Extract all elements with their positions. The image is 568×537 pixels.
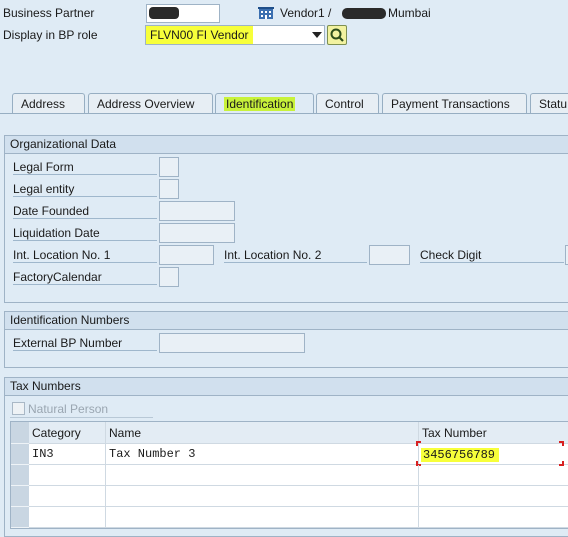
- external-bp-number-field[interactable]: [159, 333, 305, 353]
- redaction-scribble: [149, 7, 179, 19]
- row-selector[interactable]: [11, 465, 29, 486]
- date-founded-field[interactable]: [159, 201, 235, 221]
- chevron-down-icon[interactable]: [312, 32, 322, 38]
- business-partner-label: Business Partner: [3, 6, 95, 20]
- table-cell-tax-number[interactable]: [419, 486, 568, 507]
- row-selector[interactable]: [11, 444, 29, 465]
- redaction-scribble: [342, 8, 386, 19]
- liquidation-date-field[interactable]: [159, 223, 235, 243]
- group-title: Identification Numbers: [5, 312, 568, 330]
- group-title: Tax Numbers: [5, 378, 568, 396]
- check-digit-label: Check Digit: [420, 248, 564, 263]
- table-cell-category[interactable]: IN3: [29, 444, 106, 465]
- tab-status[interactable]: Statu: [530, 93, 568, 114]
- bp-role-dropdown[interactable]: FLVN00 FI Vendor: [145, 25, 325, 45]
- legal-entity-label: Legal entity: [13, 182, 157, 197]
- factory-calendar-field[interactable]: [159, 267, 179, 287]
- vendor-city: Mumbai: [388, 6, 431, 20]
- tax-numbers-table: Category Name Tax Number IN3 Tax Number …: [10, 421, 568, 529]
- tax-number-value: 3456756789: [421, 448, 500, 462]
- column-header-tax-number[interactable]: Tax Number: [419, 422, 568, 444]
- table-cell-tax-number[interactable]: 3456756789: [419, 444, 568, 465]
- column-header-category[interactable]: Category: [29, 422, 106, 444]
- natural-person-label: Natural Person: [28, 402, 109, 416]
- tab-address-overview[interactable]: Address Overview: [88, 93, 213, 114]
- table-cell-tax-number[interactable]: [419, 507, 568, 528]
- building-icon: [258, 6, 274, 20]
- vendor-name: Vendor1 /: [280, 6, 332, 20]
- tab-identification[interactable]: Identification: [215, 93, 314, 114]
- tab-control[interactable]: Control: [316, 93, 379, 114]
- magnifier-icon: [330, 28, 344, 42]
- group-title: Organizational Data: [5, 136, 568, 154]
- focus-corner: [416, 441, 421, 446]
- row-selector[interactable]: [11, 507, 29, 528]
- table-cell-name[interactable]: [106, 465, 419, 486]
- table-cell-tax-number[interactable]: [419, 465, 568, 486]
- table-cell-name[interactable]: Tax Number 3: [106, 444, 419, 465]
- int-location-2-field[interactable]: [369, 245, 410, 265]
- tab-address[interactable]: Address: [12, 93, 85, 114]
- natural-person-checkbox[interactable]: [12, 402, 25, 415]
- divider: [10, 417, 153, 418]
- bp-role-label: Display in BP role: [3, 28, 98, 42]
- legal-form-field[interactable]: [159, 157, 179, 177]
- column-header-name[interactable]: Name: [106, 422, 419, 444]
- table-cell-category[interactable]: [29, 486, 106, 507]
- table-cell-name[interactable]: [106, 507, 419, 528]
- tab-divider: [0, 113, 568, 114]
- int-location-2-label: Int. Location No. 2: [224, 248, 367, 263]
- search-button[interactable]: [327, 25, 347, 45]
- date-founded-label: Date Founded: [13, 204, 157, 219]
- legal-form-label: Legal Form: [13, 160, 157, 175]
- row-selector[interactable]: [11, 486, 29, 507]
- int-location-1-field[interactable]: [159, 245, 214, 265]
- table-cell-category[interactable]: [29, 507, 106, 528]
- focus-corner: [559, 441, 564, 446]
- legal-entity-field[interactable]: [159, 179, 179, 199]
- bp-role-value: FLVN00 FI Vendor: [146, 26, 253, 44]
- select-all-cell[interactable]: [11, 422, 29, 444]
- int-location-1-label: Int. Location No. 1: [13, 248, 157, 263]
- factory-calendar-label: FactoryCalendar: [13, 270, 157, 285]
- table-cell-category[interactable]: [29, 465, 106, 486]
- table-cell-name[interactable]: [106, 486, 419, 507]
- tab-payment-transactions[interactable]: Payment Transactions: [382, 93, 527, 114]
- external-bp-number-label: External BP Number: [13, 336, 157, 351]
- business-partner-field[interactable]: [146, 4, 220, 23]
- liquidation-date-label: Liquidation Date: [13, 226, 157, 241]
